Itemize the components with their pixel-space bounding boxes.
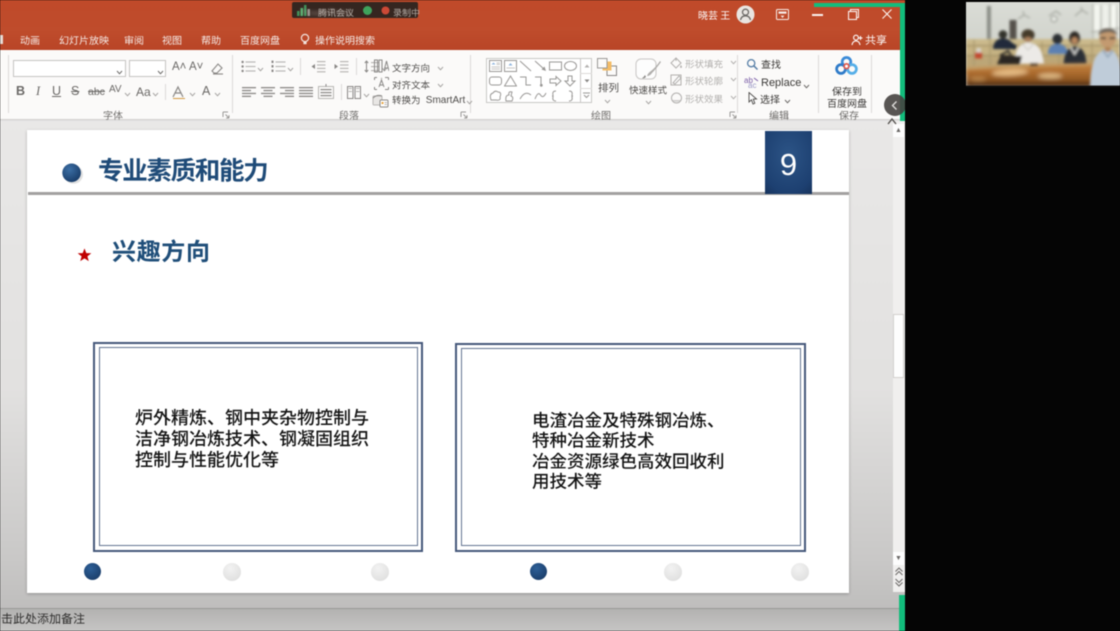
svg-text:ac: ac bbox=[748, 81, 756, 89]
